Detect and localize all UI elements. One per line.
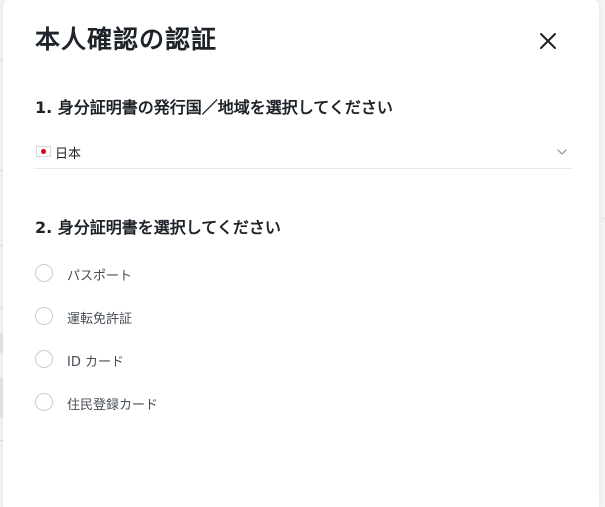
document-option-label: ID カード — [67, 355, 124, 370]
document-section-title: 2. 身分証明書を選択してください — [35, 218, 281, 237]
radio-button[interactable] — [35, 393, 53, 411]
country-select-value: 日本 — [55, 147, 82, 162]
close-icon — [540, 33, 556, 49]
japan-flag-icon — [36, 146, 51, 157]
radio-button[interactable] — [35, 264, 53, 282]
document-option-label: 運転免許証 — [67, 312, 133, 327]
radio-button[interactable] — [35, 307, 53, 325]
radio-button[interactable] — [35, 350, 53, 368]
country-select[interactable]: 日本 — [34, 138, 572, 169]
document-option-residence-card[interactable]: 住民登録カード — [35, 393, 335, 415]
document-option-passport[interactable]: パスポート — [35, 264, 335, 286]
chevron-down-icon — [557, 149, 567, 155]
document-option-label: パスポート — [67, 269, 133, 284]
document-option-label: 住民登録カード — [67, 398, 159, 413]
identity-verification-dialog: 本人確認の認証 1. 身分証明書の発行国／地域を選択してください 日本 2. 身… — [3, 0, 599, 507]
document-option-id-card[interactable]: ID カード — [35, 350, 335, 372]
close-button[interactable] — [537, 30, 559, 52]
dialog-title: 本人確認の認証 — [35, 25, 218, 54]
country-section-title: 1. 身分証明書の発行国／地域を選択してください — [35, 98, 393, 117]
document-option-drivers-license[interactable]: 運転免許証 — [35, 307, 335, 329]
